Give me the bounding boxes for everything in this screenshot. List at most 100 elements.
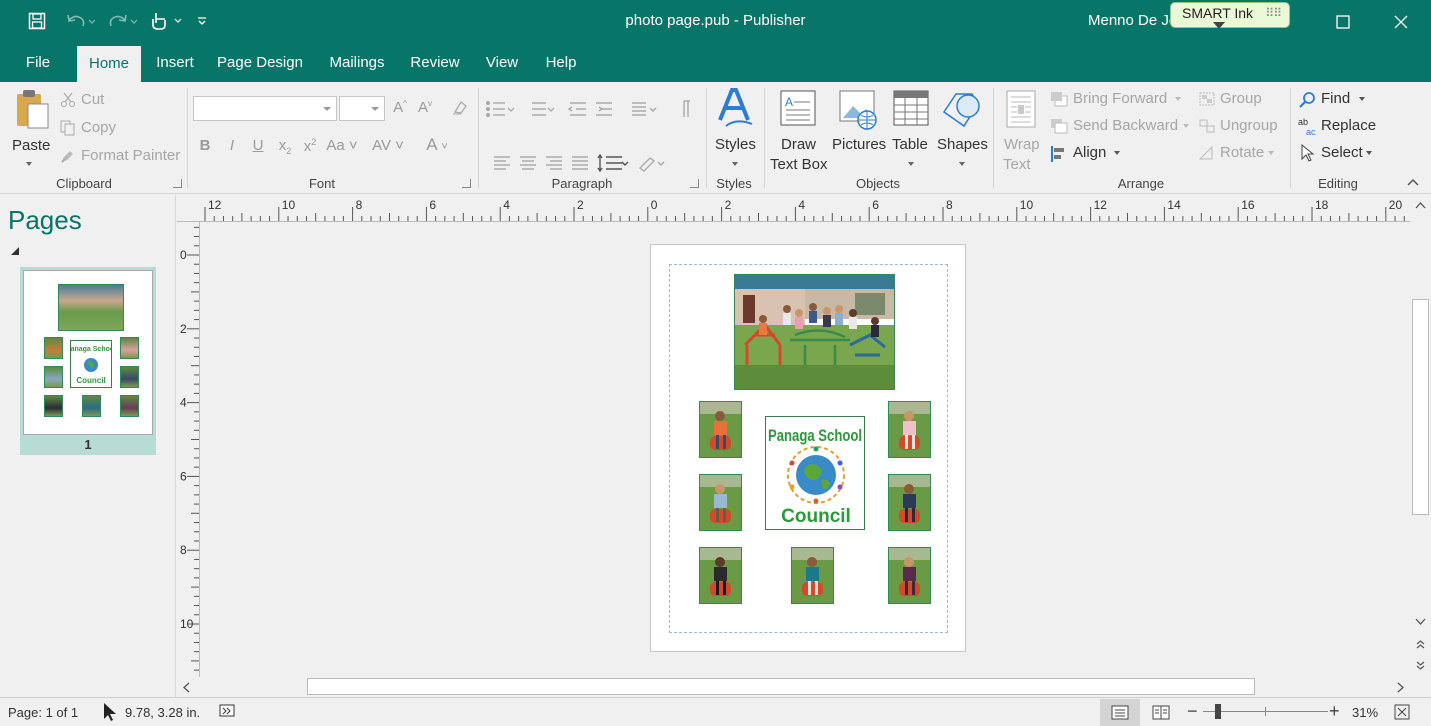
cursor-position: 9.78, 3.28 in.: [125, 705, 201, 720]
zoom-slider-center-tick: [1265, 707, 1266, 716]
thumb-photo: [120, 337, 139, 359]
scroll-right-icon[interactable]: [1397, 682, 1405, 693]
document-canvas[interactable]: Panaga School Council: [201, 222, 1409, 677]
student-photo[interactable]: [888, 547, 931, 604]
editing-group-label: Editing: [1318, 176, 1358, 191]
horizontal-scroll-thumb[interactable]: [307, 678, 1255, 695]
thumb-photo: [120, 395, 139, 417]
shapes-button[interactable]: Shapes: [936, 86, 988, 170]
tab-review[interactable]: Review: [404, 43, 466, 82]
ruler-label: 6: [180, 469, 187, 483]
chevron-down-icon: [1268, 151, 1274, 155]
shrink-font-icon[interactable]: Av: [416, 99, 434, 116]
scroll-up-icon[interactable]: [1415, 201, 1426, 209]
school-council-logo[interactable]: Panaga School Council: [765, 416, 865, 530]
clipboard-launcher-icon[interactable]: [173, 179, 182, 188]
vertical-scrollbar[interactable]: [1410, 195, 1431, 677]
student-photo[interactable]: [699, 547, 742, 604]
font-launcher-icon[interactable]: [462, 179, 471, 188]
paragraph-icons[interactable]: [484, 98, 699, 178]
pictures-button[interactable]: Pictures: [832, 86, 886, 170]
wrap-text-button[interactable]: Wrap Text: [998, 86, 1044, 173]
group-photo[interactable]: [734, 274, 895, 390]
single-page-view-button[interactable]: [1100, 699, 1140, 726]
page-thumbnail-preview: Panaga School Council: [23, 270, 153, 435]
font-name-combo[interactable]: [193, 96, 337, 121]
zoom-level[interactable]: 31%: [1352, 705, 1378, 720]
thumb-photo: [44, 366, 63, 388]
previous-page-icon[interactable]: [1415, 640, 1426, 650]
tab-view[interactable]: View: [476, 43, 528, 82]
objects-group-label: Objects: [855, 176, 901, 191]
student-photo[interactable]: [888, 401, 931, 458]
font-color-icon[interactable]: A ˅: [420, 135, 454, 155]
next-page-icon[interactable]: [1415, 660, 1426, 670]
underline-icon[interactable]: U: [248, 137, 268, 154]
table-button[interactable]: Table: [890, 86, 932, 170]
grow-font-icon[interactable]: A^: [391, 99, 409, 116]
logo-subtitle-text: Council: [781, 506, 851, 527]
tab-home[interactable]: Home: [77, 46, 141, 82]
tab-insert[interactable]: Insert: [148, 43, 202, 82]
ribbon-tabs: File Home Insert Page Design Mailings Re…: [0, 43, 1431, 82]
collapse-ribbon-icon[interactable]: [1406, 177, 1420, 187]
character-spacing-icon[interactable]: AV ˅: [371, 137, 405, 154]
maximize-icon[interactable]: [1320, 0, 1366, 43]
vertical-ruler[interactable]: 0 2 4 6 8 10: [177, 222, 200, 677]
tab-mailings[interactable]: Mailings: [318, 43, 396, 82]
student-photo[interactable]: [699, 401, 742, 458]
student-photo[interactable]: [888, 474, 931, 531]
shapes-label: Shapes: [937, 136, 988, 153]
text-label: Text: [1003, 156, 1031, 173]
cursor-icon: [104, 703, 116, 721]
smart-ink-label: SMART Ink: [1182, 5, 1254, 21]
chevron-down-icon: [1359, 97, 1365, 101]
text-box-icon: A: [780, 90, 816, 126]
dropdown-arrow-icon[interactable]: [1213, 22, 1225, 29]
grip-icon[interactable]: ⠿⠿: [1265, 6, 1282, 20]
superscript-icon[interactable]: x2: [299, 137, 321, 155]
bold-icon[interactable]: B: [195, 137, 215, 154]
change-case-icon[interactable]: Aa ˅: [325, 137, 359, 154]
page-indicator[interactable]: Page: 1 of 1: [8, 705, 78, 720]
fit-page-icon[interactable]: [1394, 704, 1410, 720]
close-icon[interactable]: [1378, 0, 1424, 43]
ruler-label: 18: [1315, 198, 1329, 212]
publication-page[interactable]: Panaga School Council: [650, 244, 966, 652]
draw-text-box-button[interactable]: A Draw Text Box: [768, 86, 830, 173]
zoom-slider-thumb[interactable]: [1215, 704, 1221, 719]
scroll-down-icon[interactable]: [1415, 618, 1426, 626]
horizontal-ruler[interactable]: 12 10 8 6 4 2 0 2 4 6 8 10 12 14 16 18 20: [177, 195, 1410, 222]
align-label: Align: [1073, 144, 1107, 161]
tab-file[interactable]: File: [14, 43, 62, 82]
zoom-in-button[interactable]: +: [1329, 701, 1340, 722]
cut-label: Cut: [81, 91, 105, 108]
subscript-icon[interactable]: x2: [274, 137, 296, 156]
user-name[interactable]: Menno De Jo: [1088, 12, 1177, 29]
ruler-label: 12: [1094, 198, 1108, 212]
collapse-triangle-icon[interactable]: [10, 246, 20, 256]
student-photo[interactable]: [699, 474, 742, 531]
clear-formatting-icon[interactable]: [450, 98, 470, 120]
scroll-left-icon[interactable]: [182, 682, 190, 693]
styles-button[interactable]: Styles: [712, 86, 758, 170]
student-photo[interactable]: [791, 547, 834, 604]
italic-icon[interactable]: I: [222, 137, 242, 154]
font-size-combo[interactable]: [339, 96, 385, 121]
wrap-text-icon: [1006, 90, 1036, 128]
paragraph-launcher-icon[interactable]: [690, 179, 699, 188]
ruler-label: 16: [1241, 198, 1255, 212]
tab-page-design[interactable]: Page Design: [210, 43, 310, 82]
shapes-icon: [942, 93, 980, 128]
send-backward-label: Send Backward: [1073, 117, 1179, 134]
paste-button[interactable]: Paste: [8, 88, 54, 168]
zoom-out-button[interactable]: −: [1187, 701, 1198, 722]
vertical-scroll-thumb[interactable]: [1412, 299, 1429, 515]
chevron-down-icon: [26, 162, 32, 166]
smart-ink-toolbar[interactable]: SMART Ink ⠿⠿: [1170, 2, 1290, 29]
tab-help[interactable]: Help: [536, 43, 586, 82]
table-label: Table: [892, 136, 928, 153]
two-page-spread-icon[interactable]: [1152, 705, 1170, 720]
page-thumbnail[interactable]: Panaga School Council 1: [20, 267, 156, 455]
horizontal-scrollbar[interactable]: [177, 677, 1410, 697]
